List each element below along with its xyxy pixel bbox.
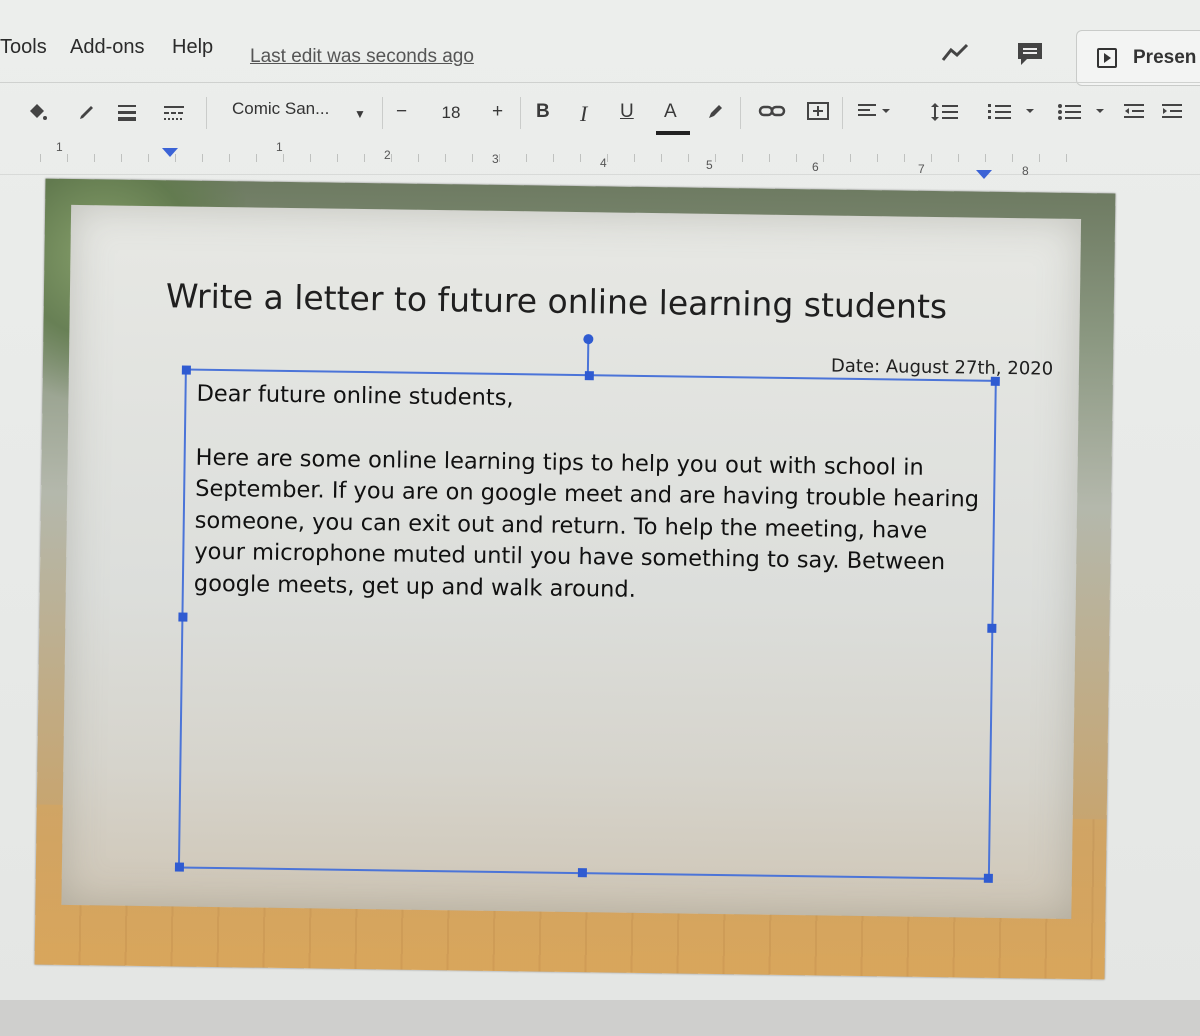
font-select[interactable]: Comic San... bbox=[232, 99, 329, 119]
present-button[interactable]: Presen bbox=[1076, 30, 1200, 86]
paint-bucket-icon[interactable] bbox=[26, 101, 48, 129]
resize-handle-left[interactable] bbox=[178, 612, 188, 622]
line-spacing-icon[interactable] bbox=[930, 101, 960, 129]
menu-help[interactable]: Help bbox=[172, 36, 213, 59]
slide-title[interactable]: Write a letter to future online learning… bbox=[166, 276, 948, 326]
resize-handle-right[interactable] bbox=[987, 623, 997, 633]
menu-tools[interactable]: Tools bbox=[0, 36, 47, 59]
letter-greeting: Dear future online students, bbox=[196, 380, 514, 412]
toolbar-divider bbox=[842, 97, 843, 129]
menu-bar: Tools Add-ons Help Last edit was seconds… bbox=[0, 0, 1200, 86]
right-indent-marker[interactable] bbox=[976, 170, 992, 179]
taskbar-strip bbox=[0, 1000, 1200, 1036]
text-color-button[interactable]: A bbox=[664, 101, 677, 123]
resize-handle-top[interactable] bbox=[584, 371, 594, 381]
ruler-number: 8 bbox=[1022, 164, 1029, 178]
pen-icon[interactable] bbox=[76, 101, 98, 129]
decrease-indent-icon[interactable] bbox=[1122, 101, 1146, 129]
ruler-number: 5 bbox=[706, 158, 713, 172]
slide-canvas[interactable]: Write a letter to future online learning… bbox=[34, 178, 1116, 980]
slide-panel: Write a letter to future online learning… bbox=[61, 204, 1082, 919]
present-icon bbox=[1097, 48, 1117, 68]
insert-comment-icon[interactable] bbox=[806, 101, 830, 129]
ruler-number: 1 bbox=[276, 140, 283, 154]
increase-indent-icon[interactable] bbox=[1160, 101, 1184, 129]
bold-button[interactable]: B bbox=[536, 101, 550, 123]
ruler-number: 2 bbox=[384, 148, 391, 162]
letter-text-box[interactable]: Dear future online students, Here are so… bbox=[174, 334, 1000, 883]
toolbar-divider bbox=[740, 97, 741, 129]
present-label: Presen bbox=[1133, 47, 1197, 68]
letter-body: Here are some online learning tips to he… bbox=[193, 444, 980, 603]
toolbar-divider bbox=[206, 97, 207, 129]
last-edit-link[interactable]: Last edit was seconds ago bbox=[250, 46, 474, 68]
formatting-toolbar: Comic San... ▼ − 18 + B I U A bbox=[0, 82, 1200, 141]
text-color-swatch bbox=[656, 131, 690, 135]
border-weight-icon[interactable] bbox=[116, 101, 138, 129]
increase-font-size-button[interactable]: + bbox=[492, 101, 503, 123]
resize-handle-top-left[interactable] bbox=[181, 365, 191, 375]
left-indent-marker[interactable] bbox=[162, 148, 178, 157]
menu-add-ons[interactable]: Add-ons bbox=[70, 36, 145, 59]
ruler-number: 1 bbox=[56, 140, 63, 154]
font-size-input[interactable]: 18 bbox=[424, 103, 478, 131]
resize-handle-bottom[interactable] bbox=[577, 868, 587, 878]
comment-icon[interactable] bbox=[1014, 40, 1046, 70]
rotation-handle[interactable] bbox=[583, 334, 594, 345]
link-icon[interactable] bbox=[758, 101, 786, 127]
resize-handle-top-right[interactable] bbox=[990, 376, 1000, 386]
ruler-number: 4 bbox=[600, 156, 607, 170]
slide-date[interactable]: Date: August 27th, 2020 bbox=[831, 356, 1053, 380]
docs-window: Tools Add-ons Help Last edit was seconds… bbox=[0, 0, 1200, 1036]
font-dropdown-arrow-icon[interactable]: ▼ bbox=[354, 107, 366, 121]
ruler-number: 3 bbox=[492, 152, 499, 166]
letter-text[interactable]: Dear future online students, Here are so… bbox=[194, 379, 987, 611]
activity-trend-icon[interactable] bbox=[940, 40, 972, 70]
highlight-icon[interactable] bbox=[704, 101, 726, 129]
resize-handle-bottom-left[interactable] bbox=[174, 862, 185, 872]
border-dash-icon[interactable] bbox=[162, 101, 186, 129]
numbered-list-icon[interactable] bbox=[986, 101, 1040, 129]
horizontal-ruler: 1 1 2 3 4 5 6 7 8 bbox=[0, 140, 1200, 179]
decrease-font-size-button[interactable]: − bbox=[396, 101, 407, 123]
align-left-icon[interactable] bbox=[856, 101, 892, 127]
underline-button[interactable]: U bbox=[620, 101, 634, 123]
ruler-number: 6 bbox=[812, 160, 819, 174]
bulleted-list-icon[interactable] bbox=[1056, 101, 1110, 129]
resize-handle-bottom-right[interactable] bbox=[983, 873, 993, 883]
toolbar-divider bbox=[382, 97, 383, 129]
ruler-number: 7 bbox=[918, 162, 925, 176]
italic-button[interactable]: I bbox=[580, 101, 587, 127]
ruler-ticks bbox=[40, 154, 1090, 162]
toolbar-divider bbox=[520, 97, 521, 129]
